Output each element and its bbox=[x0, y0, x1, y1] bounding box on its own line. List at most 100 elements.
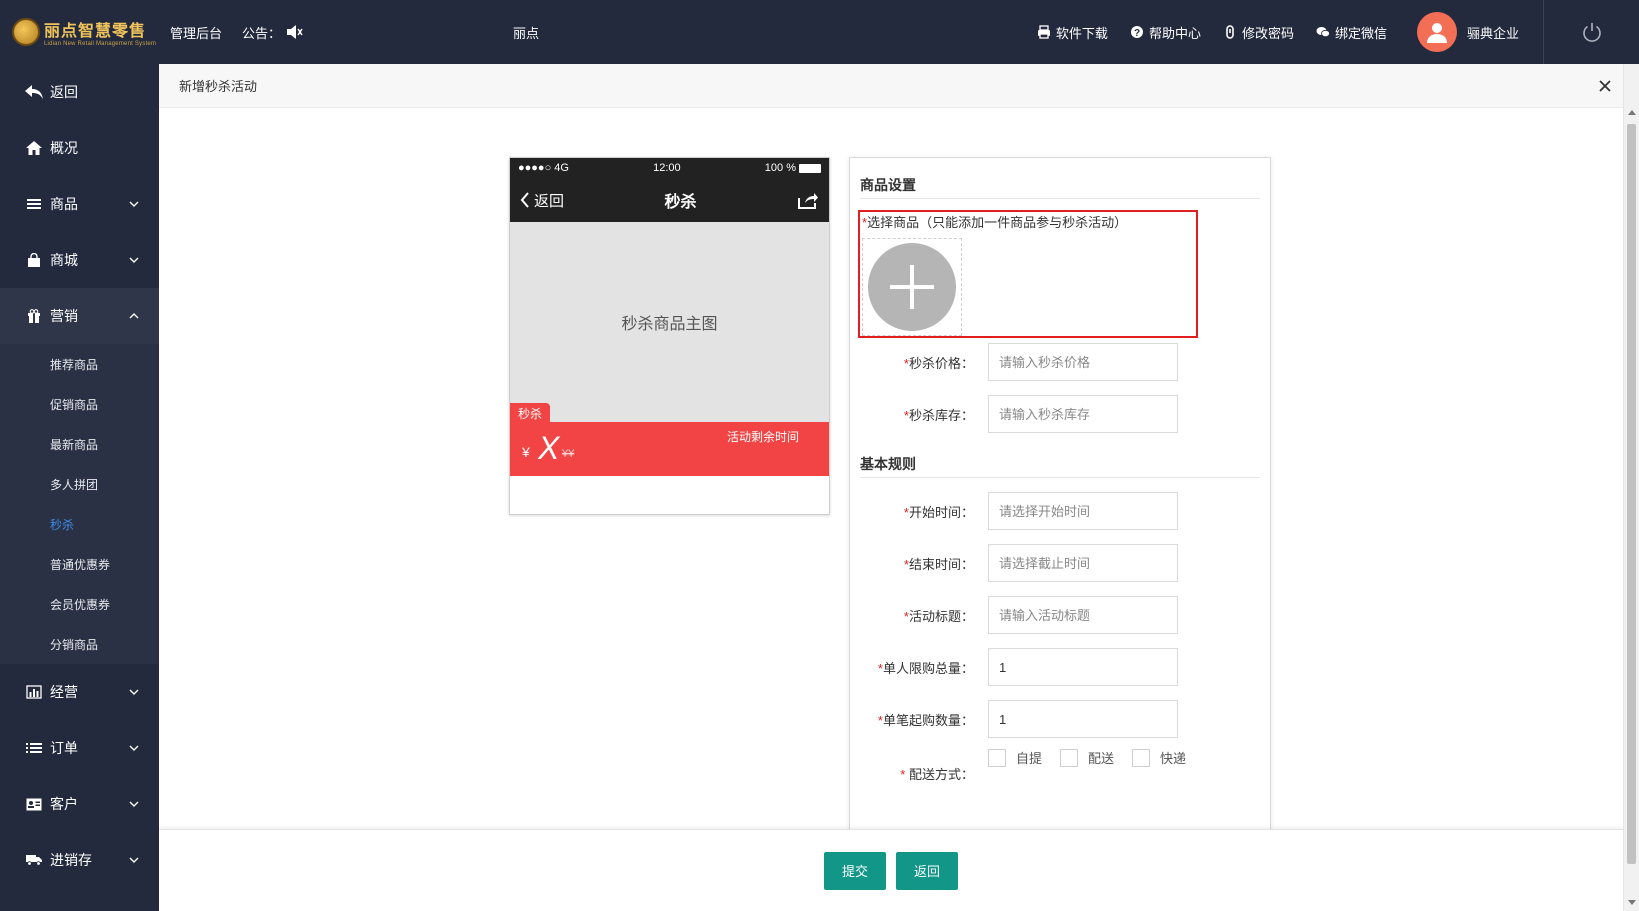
activity-title-input[interactable] bbox=[988, 596, 1178, 634]
stock-row: *秒杀库存： bbox=[850, 395, 1270, 433]
scrollbar-thumb[interactable] bbox=[1627, 124, 1636, 864]
sidebar-item-overview[interactable]: 概况 bbox=[0, 120, 159, 176]
software-download-link[interactable]: 软件下载 bbox=[1037, 23, 1108, 42]
sidebar-subitem-group-buy[interactable]: 多人拼团 bbox=[0, 464, 159, 504]
limit-label: *单人限购总量： bbox=[877, 660, 974, 676]
add-goods-button[interactable] bbox=[862, 238, 962, 336]
phone-preview: ●●●●○ 4G 12:00 100 % 返回 秒杀 秒杀商品主图 秒杀 ¥ X… bbox=[509, 157, 830, 515]
top-header: 丽点智慧零售 Lidian New Retail Management Syst… bbox=[0, 0, 1639, 64]
sidebar-item-operations[interactable]: 经营 bbox=[0, 664, 159, 720]
svg-text:?: ? bbox=[1134, 28, 1140, 39]
end-time-input[interactable] bbox=[988, 544, 1178, 582]
flash-stock-input[interactable] bbox=[988, 395, 1178, 433]
sidebar-subitem-flash-sale[interactable]: 秒杀 bbox=[0, 504, 159, 544]
scroll-down-icon[interactable] bbox=[1628, 900, 1636, 905]
flash-price-input[interactable] bbox=[988, 343, 1178, 381]
start-time-row: *开始时间： bbox=[850, 492, 1270, 530]
user-icon bbox=[1426, 23, 1447, 43]
sidebar-item-customers[interactable]: 客户 bbox=[0, 776, 159, 832]
bind-wechat-link[interactable]: 绑定微信 bbox=[1316, 23, 1387, 42]
delivery-option-express[interactable]: 快递 bbox=[1132, 748, 1186, 767]
sidebar-subitem-coupon[interactable]: 普通优惠券 bbox=[0, 544, 159, 584]
section-divider bbox=[860, 198, 1260, 199]
section-title-rules: 基本规则 bbox=[860, 456, 916, 472]
bar-chart-icon bbox=[24, 682, 44, 702]
user-avatar[interactable] bbox=[1416, 12, 1457, 52]
speaker-icon bbox=[287, 25, 303, 39]
gift-icon bbox=[24, 306, 44, 326]
select-goods-label: *选择商品（只能添加一件商品参与秒杀活动） bbox=[862, 212, 1127, 231]
logout-button[interactable] bbox=[1543, 0, 1639, 64]
plus-icon bbox=[868, 243, 956, 331]
sidebar: 返回 概况 商品 商城 营销 推荐商品 促销商品 最新商品 多人拼团 秒杀 普通… bbox=[0, 64, 159, 911]
close-icon[interactable] bbox=[1595, 76, 1615, 96]
sidebar-item-label: 经营 bbox=[50, 684, 78, 700]
checkbox[interactable] bbox=[1132, 748, 1151, 767]
brand-logo[interactable]: 丽点智慧零售 Lidian New Retail Management Syst… bbox=[0, 0, 160, 64]
sidebar-item-mall[interactable]: 商城 bbox=[0, 232, 159, 288]
checkbox[interactable] bbox=[988, 748, 1006, 767]
chevron-left-icon bbox=[520, 192, 529, 208]
modal-header: 新增秒杀活动 bbox=[159, 64, 1623, 108]
chevron-down-icon bbox=[129, 857, 139, 863]
sidebar-subitem-distribution[interactable]: 分销商品 bbox=[0, 624, 159, 664]
logo-mark-icon bbox=[12, 18, 40, 46]
end-time-row: *结束时间： bbox=[850, 544, 1270, 582]
company-name[interactable]: 骊典企业 bbox=[1467, 23, 1519, 42]
min-purchase-input[interactable] bbox=[988, 700, 1178, 738]
sidebar-item-orders[interactable]: 订单 bbox=[0, 720, 159, 776]
phone-time: 12:00 bbox=[653, 162, 681, 174]
sidebar-item-back[interactable]: 返回 bbox=[0, 64, 159, 120]
return-button[interactable]: 返回 bbox=[896, 851, 959, 890]
phone-status-bar: ●●●●○ 4G 12:00 100 % bbox=[510, 158, 829, 178]
help-icon: ? bbox=[1130, 26, 1143, 39]
select-goods-area: *选择商品（只能添加一件商品参与秒杀活动） bbox=[858, 210, 1198, 338]
sidebar-subitem-promotion[interactable]: 促销商品 bbox=[0, 384, 159, 424]
sidebar-subitem-member-coupon[interactable]: 会员优惠券 bbox=[0, 584, 159, 624]
wechat-icon bbox=[1316, 27, 1330, 38]
phone-battery-wrap: 100 % bbox=[765, 162, 821, 174]
sidebar-item-label: 进销存 bbox=[50, 852, 92, 868]
select-goods-text: 选择商品（只能添加一件商品参与秒杀活动） bbox=[867, 215, 1128, 230]
delivery-option-delivery[interactable]: 配送 bbox=[1060, 748, 1114, 767]
sidebar-item-inventory[interactable]: 进销存 bbox=[0, 832, 159, 888]
limit-row: *单人限购总量： bbox=[850, 648, 1270, 686]
phone-title: 秒杀 bbox=[664, 194, 697, 211]
sidebar-subitem-newest[interactable]: 最新商品 bbox=[0, 424, 159, 464]
sidebar-item-goods[interactable]: 商品 bbox=[0, 176, 159, 232]
activity-title-row: *活动标题： bbox=[850, 596, 1270, 634]
notice-label: 公告： bbox=[242, 25, 282, 41]
chevron-down-icon bbox=[129, 745, 139, 751]
price-value: X bbox=[538, 430, 560, 466]
vertical-scrollbar[interactable] bbox=[1623, 64, 1639, 911]
checkbox[interactable] bbox=[1060, 748, 1079, 767]
phone-back-label: 返回 bbox=[534, 192, 565, 210]
chevron-down-icon bbox=[129, 689, 139, 695]
delivery-option-pickup[interactable]: 自提 bbox=[988, 748, 1042, 767]
back-arrow-icon bbox=[24, 82, 44, 102]
min-purchase-row: *单笔起购数量： bbox=[850, 700, 1270, 738]
scroll-up-icon[interactable] bbox=[1628, 110, 1636, 115]
power-icon bbox=[1582, 23, 1601, 42]
change-password-link[interactable]: 修改密码 bbox=[1223, 23, 1294, 42]
delivery-label: * 配送方式： bbox=[900, 767, 974, 782]
help-center-link[interactable]: ? 帮助中心 bbox=[1130, 23, 1201, 42]
price-label: *秒杀价格： bbox=[903, 355, 974, 371]
bind-wechat-label: 绑定微信 bbox=[1334, 25, 1387, 41]
sidebar-item-marketing[interactable]: 营销 bbox=[0, 288, 159, 344]
marketing-submenu: 推荐商品 促销商品 最新商品 多人拼团 秒杀 普通优惠券 会员优惠券 分销商品 bbox=[0, 344, 159, 664]
notice-text[interactable]: 丽点 bbox=[513, 23, 539, 42]
change-password-label: 修改密码 bbox=[1241, 25, 1294, 41]
submit-button[interactable]: 提交 bbox=[823, 851, 886, 890]
chevron-down-icon bbox=[129, 257, 139, 263]
start-time-input[interactable] bbox=[988, 492, 1178, 530]
bag-icon bbox=[24, 250, 44, 270]
sidebar-item-label: 概况 bbox=[50, 140, 78, 156]
per-user-limit-input[interactable] bbox=[988, 648, 1178, 686]
sidebar-subitem-recommended[interactable]: 推荐商品 bbox=[0, 344, 159, 384]
section-divider bbox=[860, 477, 1260, 478]
delivery-option-label: 快递 bbox=[1160, 751, 1187, 766]
logo-subtext: Lidian New Retail Management System bbox=[44, 41, 157, 47]
admin-title: 管理后台 bbox=[170, 25, 223, 41]
chevron-down-icon bbox=[129, 801, 139, 807]
